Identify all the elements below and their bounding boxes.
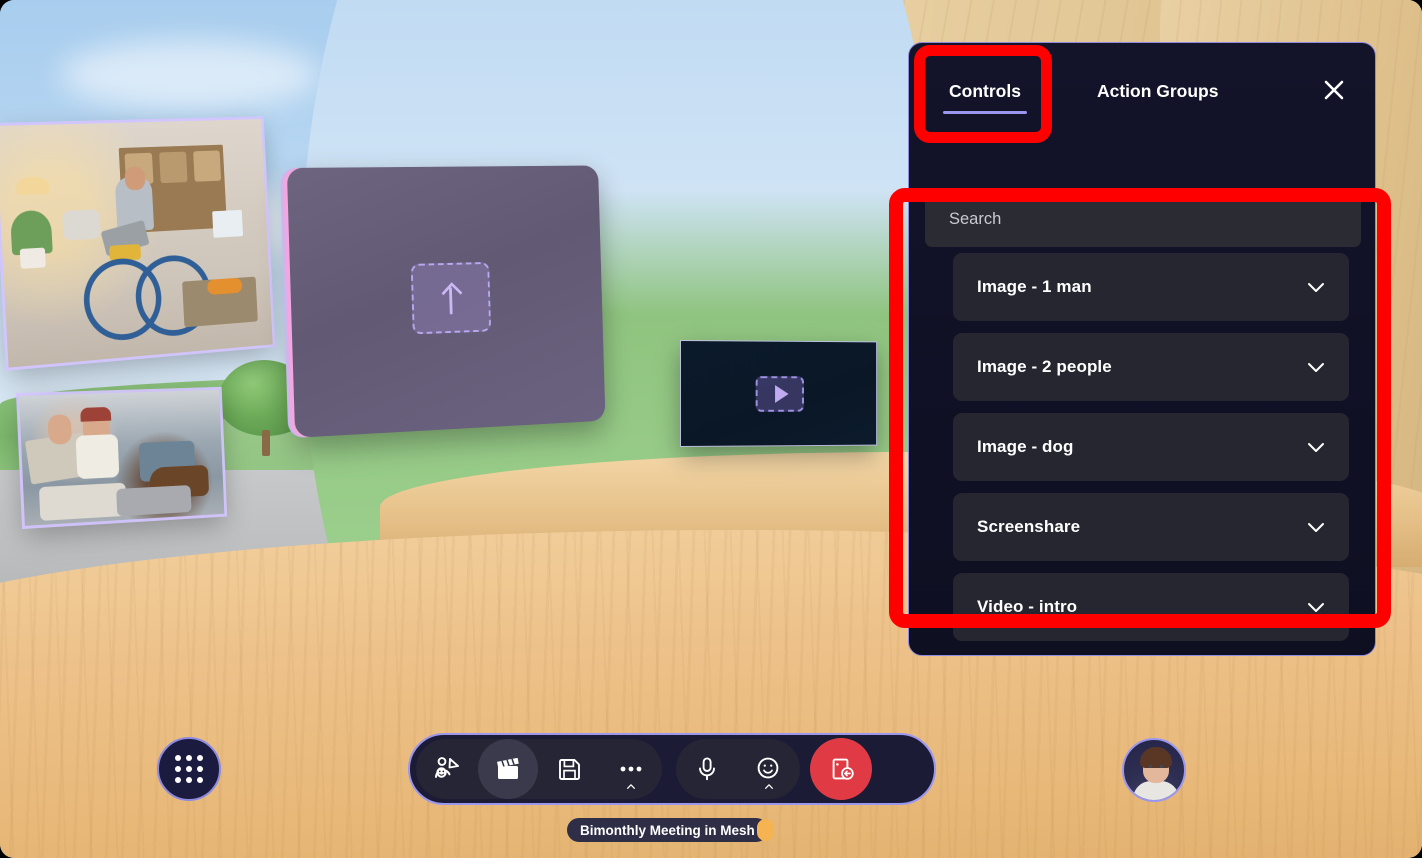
- arrow-up-icon: [440, 281, 462, 315]
- tab-controls-label: Controls: [949, 81, 1021, 101]
- scenes-button[interactable]: [478, 739, 538, 799]
- meeting-toolbar: [408, 733, 936, 805]
- photo-detail: [20, 248, 46, 269]
- controls-list: Image - 1 man Image - 2 people Image - d…: [925, 253, 1376, 656]
- chevron-down-icon[interactable]: [1305, 356, 1327, 378]
- cloud: [60, 40, 320, 110]
- panel-header: Controls Action Groups: [909, 43, 1375, 139]
- chevron-up-icon: [765, 782, 774, 791]
- photo-detail: [116, 485, 191, 516]
- grid-apps-icon: [175, 755, 203, 783]
- list-item-label: Image - 2 people: [977, 357, 1112, 377]
- photo-detail: [159, 152, 187, 184]
- chevron-down-icon[interactable]: [1305, 596, 1327, 618]
- photo-detail: [62, 209, 101, 240]
- apps-button[interactable]: [157, 737, 221, 801]
- controls-panel: Controls Action Groups Search Image - 1 …: [908, 42, 1376, 656]
- meeting-title: Bimonthly Meeting in Mesh: [580, 823, 755, 838]
- avatar[interactable]: [1122, 738, 1186, 802]
- play-icon: [775, 385, 789, 403]
- chevron-down-icon[interactable]: [1305, 276, 1327, 298]
- chevron-up-icon: [627, 782, 636, 791]
- save-icon: [556, 756, 583, 783]
- tab-controls[interactable]: Controls: [943, 81, 1027, 102]
- list-item-label: Image - dog: [977, 437, 1074, 457]
- list-item-label: Image - 1 man: [977, 277, 1092, 297]
- microphone-button[interactable]: [676, 739, 738, 799]
- avatar-eye: [1149, 765, 1152, 768]
- reactions-icon: [432, 754, 462, 784]
- chevron-down-icon[interactable]: [1305, 436, 1327, 458]
- toolbar-group-right: [676, 739, 800, 799]
- screenshare-board[interactable]: [287, 165, 606, 437]
- leave-button[interactable]: [810, 738, 872, 800]
- emoji-button[interactable]: [738, 739, 800, 799]
- meeting-title-chip[interactable]: Bimonthly Meeting in Mesh: [567, 818, 768, 842]
- photo-detail: [76, 434, 120, 479]
- scene-photo-couple[interactable]: [19, 390, 224, 526]
- photo-detail: [193, 150, 221, 181]
- save-button[interactable]: [538, 739, 600, 799]
- presence-indicator: [757, 819, 774, 841]
- list-item[interactable]: Image - dog: [953, 413, 1349, 481]
- avatar-hair: [1140, 747, 1172, 768]
- list-item-label: Screenshare: [977, 517, 1080, 537]
- microphone-icon: [694, 755, 720, 783]
- reactions-button[interactable]: [416, 739, 478, 799]
- photo-detail: [39, 483, 127, 521]
- photo-detail: [124, 167, 145, 191]
- tab-action-groups[interactable]: Action Groups: [1091, 81, 1225, 102]
- list-item[interactable]: Video - intro: [953, 573, 1349, 641]
- search-placeholder: Search: [949, 210, 1001, 229]
- emoji-icon: [755, 755, 783, 783]
- photo-detail: [80, 407, 111, 422]
- search-input[interactable]: Search: [925, 191, 1361, 247]
- screenshare-drop-target[interactable]: [410, 262, 490, 334]
- avatar-eye: [1160, 765, 1163, 768]
- photo-detail: [47, 414, 72, 445]
- list-item-label: Video - intro: [977, 597, 1077, 617]
- avatar-body: [1133, 781, 1179, 802]
- photo-detail: [212, 210, 243, 238]
- tab-action-groups-label: Action Groups: [1097, 81, 1219, 101]
- list-item[interactable]: Image - 1 man: [953, 253, 1349, 321]
- leave-icon: [827, 755, 855, 783]
- video-board[interactable]: [681, 341, 876, 446]
- clapperboard-icon: [493, 755, 523, 783]
- more-button[interactable]: [600, 739, 662, 799]
- close-icon[interactable]: [1317, 73, 1351, 107]
- video-drop-target[interactable]: [756, 376, 804, 412]
- toolbar-group-left: [416, 739, 662, 799]
- chevron-down-icon[interactable]: [1305, 516, 1327, 538]
- tab-selected-underline: [943, 111, 1027, 114]
- list-item[interactable]: Image - 2 people: [953, 333, 1349, 401]
- app-window: Controls Action Groups Search Image - 1 …: [0, 0, 1422, 858]
- photo-detail: [16, 176, 50, 195]
- more-icon: [617, 763, 645, 775]
- scene-photo-man[interactable]: [0, 119, 273, 368]
- photo-detail: [207, 278, 243, 296]
- list-item[interactable]: Screenshare: [953, 493, 1349, 561]
